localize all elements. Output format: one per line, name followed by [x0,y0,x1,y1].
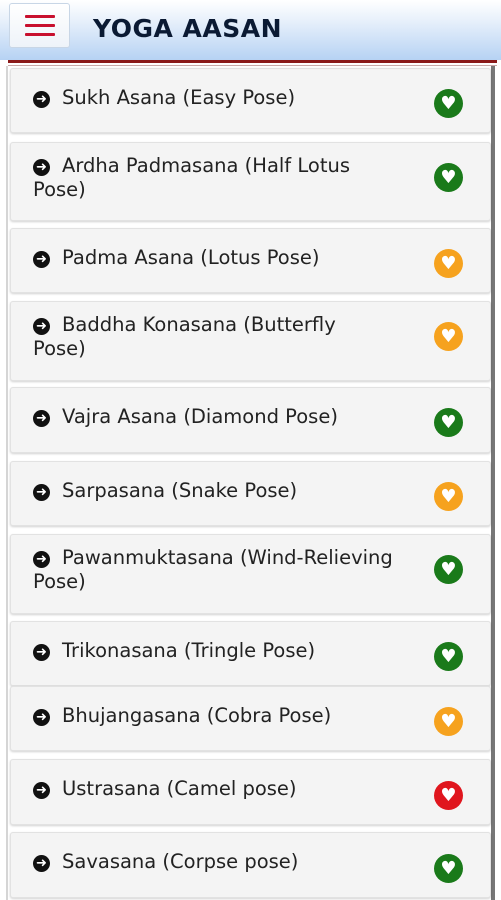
asana-name: Baddha Konasana (Butterfly Pose) [33,313,336,360]
asana-name: Savasana (Corpse pose) [62,850,299,873]
list-item-label: ➜ Pawanmuktasana (Wind-Relieving Pose) [33,546,393,594]
list-item-label: ➜ Sukh Asana (Easy Pose) [33,86,393,110]
heart-icon[interactable]: ♥ [434,408,463,437]
list-item[interactable]: ➜ Sukh Asana (Easy Pose) ♥ [10,68,491,133]
heart-icon[interactable]: ♥ [434,89,463,118]
asana-name: Padma Asana (Lotus Pose) [62,246,320,269]
arrow-right-circle-icon: ➜ [33,709,50,726]
asana-name: Sarpasana (Snake Pose) [62,479,298,502]
arrow-right-circle-icon: ➜ [33,410,50,427]
asana-name: Vajra Asana (Diamond Pose) [62,405,338,428]
arrow-right-circle-icon: ➜ [33,551,50,568]
list-item-label: ➜ Sarpasana (Snake Pose) [33,479,393,503]
heart-icon[interactable]: ♥ [434,555,463,584]
list-item-label: ➜ Baddha Konasana (Butterfly Pose) [33,313,393,361]
list-item[interactable]: ➜ Padma Asana (Lotus Pose) ♥ [10,228,491,293]
heart-icon[interactable]: ♥ [434,249,463,278]
arrow-right-circle-icon: ➜ [33,484,50,501]
hamburger-icon [24,15,55,18]
list-item[interactable]: ➜ Baddha Konasana (Butterfly Pose) ♥ [10,301,491,381]
header-divider [8,60,497,63]
list-item-label: ➜ Ardha Padmasana (Half Lotus Pose) [33,154,393,202]
list-item[interactable]: ➜ Savasana (Corpse pose) ♥ [10,832,491,898]
arrow-right-circle-icon: ➜ [33,159,50,176]
asana-name: Trikonasana (Tringle Pose) [62,639,316,662]
left-border [6,66,8,900]
asana-name: Ustrasana (Camel pose) [62,777,297,800]
arrow-right-circle-icon: ➜ [33,91,50,108]
arrow-right-circle-icon: ➜ [33,855,50,872]
app-header: YOGA AASAN [0,0,501,60]
asana-name: Ardha Padmasana (Half Lotus Pose) [33,154,350,201]
list-item[interactable]: ➜ Trikonasana (Tringle Pose) ♥ [10,621,491,686]
list-item[interactable]: ➜ Sarpasana (Snake Pose) ♥ [10,461,491,526]
list-item-label: ➜ Bhujangasana (Cobra Pose) [33,704,393,728]
asana-name: Bhujangasana (Cobra Pose) [62,704,332,727]
heart-icon[interactable]: ♥ [434,854,463,883]
arrow-right-circle-icon: ➜ [33,251,50,268]
heart-icon[interactable]: ♥ [434,707,463,736]
list-item[interactable]: ➜ Pawanmuktasana (Wind-Relieving Pose) ♥ [10,534,491,614]
list-item[interactable]: ➜ Ustrasana (Camel pose) ♥ [10,759,491,825]
list-item[interactable]: ➜ Ardha Padmasana (Half Lotus Pose) ♥ [10,142,491,221]
list-item-label: ➜ Padma Asana (Lotus Pose) [33,246,393,270]
arrow-right-circle-icon: ➜ [33,782,50,799]
list-item-label: ➜ Vajra Asana (Diamond Pose) [33,405,393,429]
list-item-label: ➜ Savasana (Corpse pose) [33,850,393,874]
heart-icon[interactable]: ♥ [434,482,463,511]
scrollbar[interactable] [491,66,495,900]
arrow-right-circle-icon: ➜ [33,318,50,335]
list-item-label: ➜ Ustrasana (Camel pose) [33,777,393,801]
arrow-right-circle-icon: ➜ [33,644,50,661]
heart-icon[interactable]: ♥ [434,163,463,192]
header-divider-thin [8,65,497,66]
list-item-label: ➜ Trikonasana (Tringle Pose) [33,639,393,663]
list-item[interactable]: ➜ Vajra Asana (Diamond Pose) ♥ [10,387,491,453]
heart-icon[interactable]: ♥ [434,781,463,810]
asana-name: Pawanmuktasana (Wind-Relieving Pose) [33,546,393,593]
page-title: YOGA AASAN [93,14,283,43]
list-item[interactable]: ➜ Bhujangasana (Cobra Pose) ♥ [10,686,491,751]
heart-icon[interactable]: ♥ [434,642,463,671]
asana-name: Sukh Asana (Easy Pose) [62,86,296,109]
heart-icon[interactable]: ♥ [434,322,463,351]
menu-button[interactable] [9,3,70,48]
